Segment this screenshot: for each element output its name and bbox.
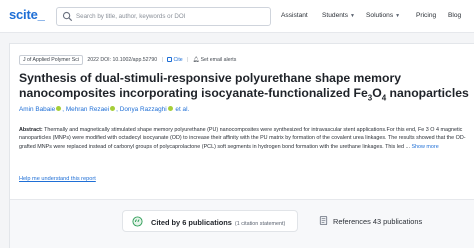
cited-by-text: Cited by 6 publications [151,218,232,227]
chevron-down-icon: ▼ [395,13,401,19]
top-navigation-bar: scite_ Assistant Students▼ Solutions▼ Pr… [0,0,474,33]
et-al-link[interactable]: et al. [175,106,189,113]
nav-assistant[interactable]: Assistant [281,12,308,19]
citation-statement-count: (1 citation statement) [234,221,286,227]
orcid-icon[interactable] [167,106,173,111]
journal-badge[interactable]: J of Applied Polymer Sci [19,55,83,65]
title-end: nanoparticles [386,85,469,100]
alerts-label: Set email alerts [200,57,237,63]
cited-by-label: Cited by 6 publications (1 citation state… [151,218,285,227]
divider: | [187,57,189,63]
orcid-icon[interactable] [110,106,116,111]
author-link[interactable]: Donya Razzaghi [120,106,167,113]
nav-students[interactable]: Students ▼ [322,12,355,19]
author-link[interactable]: Mehran Rezaei [66,106,109,113]
article-card: J of Applied Polymer Sci 2022 DOI: 10.10… [9,43,474,248]
orcid-icon[interactable] [56,106,62,111]
chevron-down-icon: ▼ [350,13,355,19]
references-label: References 43 publications [333,217,423,226]
nav-blog[interactable]: Blog [448,12,461,19]
article-meta: J of Applied Polymer Sci 2022 DOI: 10.10… [19,55,236,65]
bell-icon: 🔔︎ [192,57,200,63]
author-list: Amin Babaie, Mehran Rezaei, Donya Razzag… [19,106,190,113]
title-oxygen: O [372,85,382,100]
citation-tabs: Cited by 6 publications (1 citation state… [10,199,474,248]
tab-references[interactable]: References 43 publications [310,210,460,232]
nav-solutions[interactable]: Solutions ▼ [366,12,400,19]
scite-logo[interactable]: scite_ [9,7,45,22]
help-understand-link[interactable]: Help me understand this report [19,176,96,182]
nav-solutions-label: Solutions [366,12,394,19]
search-icon [62,11,73,22]
document-icon [319,215,328,226]
quote-bubble-icon [132,216,143,227]
article-title: Synthesis of dual-stimuli-responsive pol… [19,71,469,106]
set-email-alerts-button[interactable]: 🔔︎Set email alerts [193,57,236,63]
nav-students-label: Students [322,12,349,19]
logo-text: scite [9,7,38,22]
cite-label: Cite [173,57,183,63]
search-input[interactable] [76,8,266,25]
year-doi[interactable]: 2022 DOI: 10.1002/app.52790 [87,57,157,63]
logo-underscore: _ [37,7,45,22]
author-link[interactable]: Amin Babaie [19,106,55,113]
show-more-link[interactable]: Show more [411,144,438,150]
divider: | [161,57,164,63]
title-main: Synthesis of dual-stimuli-responsive pol… [19,71,401,100]
abstract: Abstract: Thermally and magnetically sti… [19,126,471,151]
cite-icon [167,56,173,62]
abstract-text: Thermally and magnetically stimulated sh… [19,127,466,150]
search-box[interactable] [56,7,271,26]
nav-pricing[interactable]: Pricing [416,12,436,19]
abstract-label: Abstract: [19,127,43,133]
cite-button[interactable]: Cite [167,56,183,63]
tab-cited-by[interactable]: Cited by 6 publications (1 citation state… [122,210,298,232]
